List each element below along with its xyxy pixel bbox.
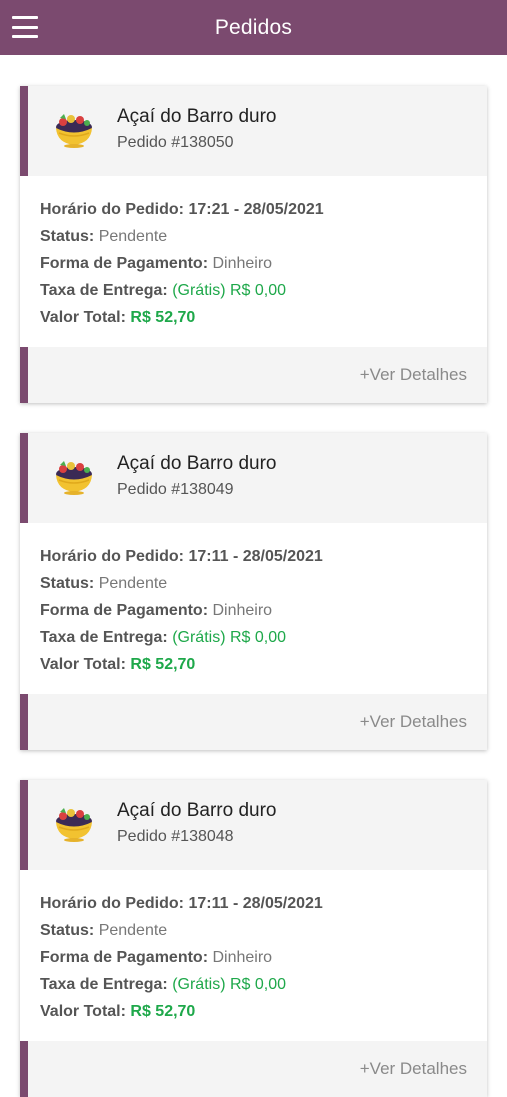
order-card: Açaí do Barro duro Pedido #138050 Horári… bbox=[20, 86, 487, 403]
order-status: Pendente bbox=[98, 575, 168, 592]
order-time: 17:21 - 28/05/2021 bbox=[188, 201, 324, 218]
order-status: Pendente bbox=[98, 922, 168, 939]
hamburger-menu-icon bbox=[12, 16, 38, 19]
order-card-footer: +Ver Detalhes bbox=[20, 347, 487, 403]
view-details-link[interactable]: +Ver Detalhes bbox=[360, 1059, 467, 1079]
order-total-row: Valor Total: R$ 52,70 bbox=[40, 1003, 196, 1020]
order-time-row: Horário do Pedido: 17:11 - 28/05/2021 bbox=[40, 895, 323, 912]
order-status: Pendente bbox=[98, 228, 168, 245]
view-details-link[interactable]: +Ver Detalhes bbox=[360, 712, 467, 732]
order-total: R$ 52,70 bbox=[130, 1003, 196, 1020]
order-status-row: Status: Pendente bbox=[40, 228, 168, 245]
store-name: Açaí do Barro duro bbox=[117, 800, 277, 821]
order-status-row: Status: Pendente bbox=[40, 575, 168, 592]
order-card-body: Horário do Pedido: 17:21 - 28/05/2021 St… bbox=[20, 176, 487, 347]
order-time-row: Horário do Pedido: 17:11 - 28/05/2021 bbox=[40, 548, 323, 565]
order-card-header[interactable]: Açaí do Barro duro Pedido #138048 bbox=[20, 780, 487, 870]
delivery-fee: R$ 0,00 bbox=[229, 629, 287, 646]
page-title: Pedidos bbox=[214, 15, 293, 39]
store-name: Açaí do Barro duro bbox=[117, 106, 277, 127]
view-details-link[interactable]: +Ver Detalhes bbox=[360, 365, 467, 385]
acai-bowl-icon bbox=[56, 808, 92, 842]
payment-method: Dinheiro bbox=[212, 949, 273, 966]
order-time-row: Horário do Pedido: 17:21 - 28/05/2021 bbox=[40, 201, 324, 218]
payment-method: Dinheiro bbox=[212, 602, 273, 619]
delivery-free-label: (Grátis) bbox=[172, 976, 226, 993]
order-card-body: Horário do Pedido: 17:11 - 28/05/2021 St… bbox=[20, 870, 487, 1041]
order-card-footer: +Ver Detalhes bbox=[20, 694, 487, 750]
order-card: Açaí do Barro duro Pedido #138049 Horári… bbox=[20, 433, 487, 750]
store-name: Açaí do Barro duro bbox=[117, 453, 277, 474]
order-card-body: Horário do Pedido: 17:11 - 28/05/2021 St… bbox=[20, 523, 487, 694]
delivery-fee: R$ 0,00 bbox=[229, 976, 287, 993]
acai-bowl-icon bbox=[56, 114, 92, 148]
app-bar: Pedidos bbox=[0, 0, 507, 55]
delivery-fee-row: Taxa de Entrega: (Grátis) R$ 0,00 bbox=[40, 629, 287, 646]
delivery-free-label: (Grátis) bbox=[172, 282, 226, 299]
delivery-fee: R$ 0,00 bbox=[229, 282, 287, 299]
order-card-header[interactable]: Açaí do Barro duro Pedido #138049 bbox=[20, 433, 487, 523]
delivery-fee-row: Taxa de Entrega: (Grátis) R$ 0,00 bbox=[40, 282, 287, 299]
delivery-free-label: (Grátis) bbox=[172, 629, 226, 646]
payment-method: Dinheiro bbox=[212, 255, 273, 272]
order-total: R$ 52,70 bbox=[130, 309, 196, 326]
order-number: Pedido #138049 bbox=[117, 481, 234, 498]
order-number: Pedido #138048 bbox=[117, 828, 234, 845]
acai-bowl-icon bbox=[56, 461, 92, 495]
order-total: R$ 52,70 bbox=[130, 656, 196, 673]
order-card: Açaí do Barro duro Pedido #138048 Horári… bbox=[20, 780, 487, 1097]
order-card-footer: +Ver Detalhes bbox=[20, 1041, 487, 1097]
payment-method-row: Forma de Pagamento: Dinheiro bbox=[40, 949, 273, 966]
order-time: 17:11 - 28/05/2021 bbox=[188, 548, 323, 565]
order-status-row: Status: Pendente bbox=[40, 922, 168, 939]
delivery-fee-row: Taxa de Entrega: (Grátis) R$ 0,00 bbox=[40, 976, 287, 993]
order-total-row: Valor Total: R$ 52,70 bbox=[40, 309, 196, 326]
order-time: 17:11 - 28/05/2021 bbox=[188, 895, 323, 912]
menu-button[interactable] bbox=[12, 14, 38, 40]
order-number: Pedido #138050 bbox=[117, 134, 234, 151]
payment-method-row: Forma de Pagamento: Dinheiro bbox=[40, 602, 273, 619]
order-total-row: Valor Total: R$ 52,70 bbox=[40, 656, 196, 673]
order-card-header[interactable]: Açaí do Barro duro Pedido #138050 bbox=[20, 86, 487, 176]
payment-method-row: Forma de Pagamento: Dinheiro bbox=[40, 255, 273, 272]
